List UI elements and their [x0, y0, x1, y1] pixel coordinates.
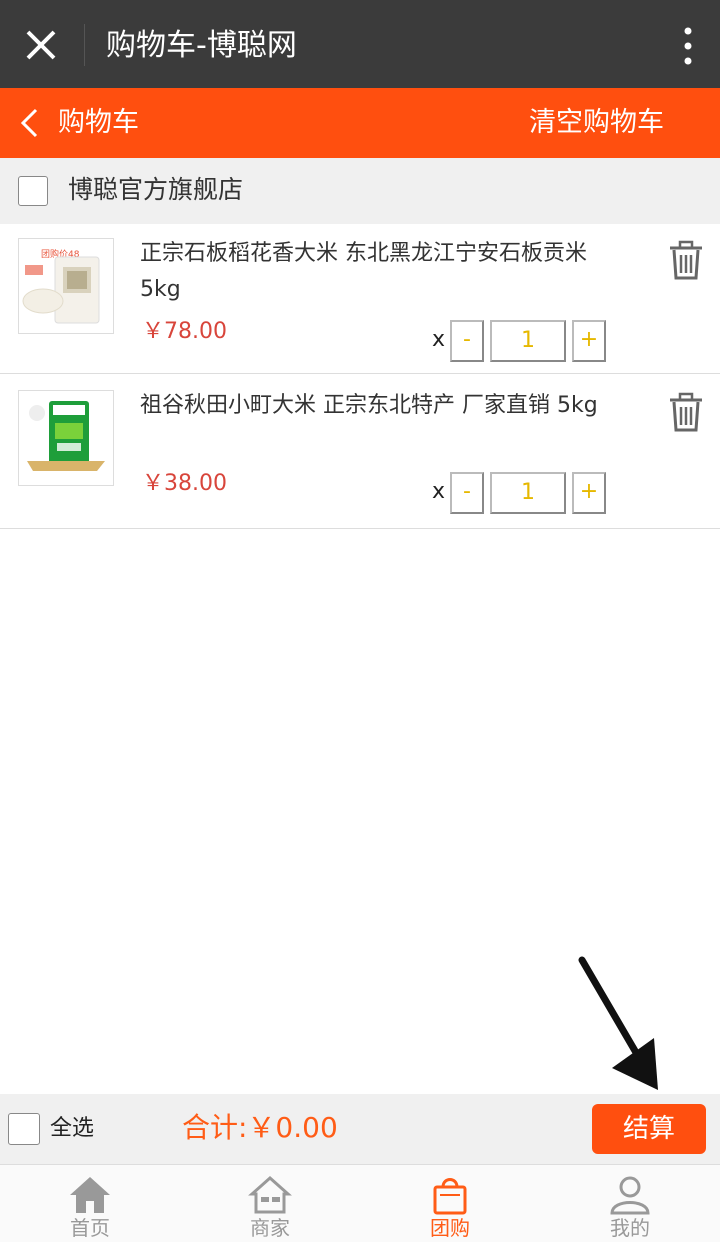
select-all-label[interactable]: 全选	[50, 1112, 94, 1146]
bottom-tab-bar: 首页 商家 团购 我的	[0, 1164, 720, 1242]
page-title: 购物车	[58, 107, 139, 138]
back-icon[interactable]	[18, 107, 42, 139]
clear-cart-button[interactable]: 清空购物车	[529, 104, 664, 142]
tab-label: 首页	[70, 1216, 110, 1240]
shopping-bag-icon	[433, 1178, 467, 1215]
product-price: ￥78.00	[142, 319, 227, 344]
user-icon	[610, 1176, 650, 1215]
tab-merchant[interactable]: 商家	[180, 1165, 360, 1243]
select-all-checkbox[interactable]	[8, 1113, 40, 1145]
cart-item: 祖谷秋田小町大米 正宗东北特产 厂家直销 5kg ￥38.00 x - 1 +	[0, 376, 720, 529]
title-bar: 购物车-博聪网	[0, 0, 720, 88]
tab-label: 团购	[430, 1216, 470, 1240]
pointer-arrow-icon	[578, 956, 658, 1090]
tab-label: 商家	[250, 1216, 290, 1240]
tab-profile[interactable]: 我的	[540, 1165, 720, 1243]
home-icon	[70, 1177, 110, 1213]
rice-bag-image	[19, 391, 113, 485]
checkout-bar: 全选 合计:￥0.00 结算	[0, 1094, 720, 1164]
close-icon[interactable]	[20, 24, 62, 66]
product-name[interactable]: 正宗石板稻花香大米 东北黑龙江宁安石板贡米5kg	[140, 236, 620, 308]
increase-quantity-button[interactable]: +	[572, 472, 606, 514]
quantity-prefix: x	[432, 327, 446, 352]
trash-icon[interactable]	[668, 392, 704, 432]
decrease-quantity-button[interactable]: -	[450, 320, 484, 362]
cart-item: 团购价48 正宗石板稻花香大米 东北黑龙江宁安石板贡米5kg ￥78.00 x …	[0, 224, 720, 374]
trash-icon[interactable]	[668, 240, 704, 280]
tab-home[interactable]: 首页	[0, 1165, 180, 1243]
product-thumbnail[interactable]	[18, 390, 114, 486]
product-thumbnail[interactable]: 团购价48	[18, 238, 114, 334]
quantity-input[interactable]: 1	[490, 320, 566, 362]
quantity-input[interactable]: 1	[490, 472, 566, 514]
more-options-icon[interactable]	[680, 26, 696, 66]
shop-checkbox[interactable]	[18, 176, 48, 206]
shop-header: 博聪官方旗舰店	[0, 158, 720, 224]
tab-label: 我的	[610, 1216, 650, 1240]
increase-quantity-button[interactable]: +	[572, 320, 606, 362]
total-amount: 合计:￥0.00	[182, 1111, 338, 1144]
shop-name: 博聪官方旗舰店	[68, 175, 244, 204]
rice-bag-image: 团购价48	[19, 239, 113, 333]
tab-group-buy[interactable]: 团购	[360, 1165, 540, 1243]
title-divider	[84, 24, 85, 66]
quantity-prefix: x	[432, 479, 446, 504]
product-price: ￥38.00	[142, 471, 227, 496]
store-icon	[248, 1175, 292, 1214]
cart-header: 购物车 清空购物车	[0, 88, 720, 158]
decrease-quantity-button[interactable]: -	[450, 472, 484, 514]
window-title: 购物车-博聪网	[106, 28, 297, 63]
product-name[interactable]: 祖谷秋田小町大米 正宗东北特产 厂家直销 5kg	[140, 388, 620, 424]
checkout-button[interactable]: 结算	[592, 1104, 706, 1154]
